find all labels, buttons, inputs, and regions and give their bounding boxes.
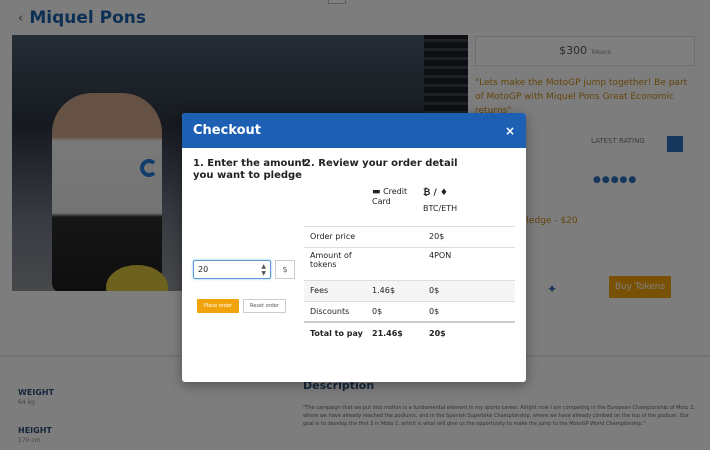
row-card-value [366,246,423,280]
table-row: Amount of tokens 4PON [304,246,515,280]
modal-header: Checkout × [182,113,526,148]
step2-heading: 2. Review your order detail [304,158,458,169]
row-label: Discounts [304,300,366,322]
amount-row: 20 ▲ ▼ $ [193,260,295,279]
table-row: Order price 20$ [304,225,515,247]
table-header-row: ▬ Credit Card ₿ / ♦ BTC/ETH [304,183,515,226]
order-detail-table: ▬ Credit Card ₿ / ♦ BTC/ETH Order price … [304,183,515,344]
place-order-button[interactable]: Place order [197,299,239,313]
total-label: Total to pay [304,321,366,344]
checkout-modal: Checkout × 1. Enter the amount you want … [182,113,526,382]
currency-addon: $ [275,260,295,279]
row-card-value: 0$ [366,300,423,322]
credit-card-icon: ▬ [372,187,381,197]
row-card-value [366,225,423,247]
step1-line1: 1. Enter the amount [193,158,307,169]
row-crypto-value: 0$ [423,279,515,301]
header-empty [304,183,366,226]
amount-input[interactable]: 20 ▲ ▼ [193,260,271,279]
table-row: Discounts 0$ 0$ [304,300,515,322]
stepper-icon[interactable]: ▲ ▼ [261,263,266,277]
table-row: Fees 1.46$ 0$ [304,279,515,301]
header-crypto: ₿ / ♦ BTC/ETH [423,183,515,226]
crypto-label: BTC/ETH [423,204,458,213]
row-label: Fees [304,279,366,301]
row-label: Amount of tokens [304,246,366,280]
header-credit-card: ▬ Credit Card [366,183,423,226]
row-crypto-value: 4PON [423,246,515,280]
row-label: Order price [304,225,366,247]
total-card-value: 21.46$ [366,321,423,344]
close-icon[interactable]: × [505,124,515,138]
table-total-row: Total to pay 21.46$ 20$ [304,321,515,344]
row-card-value: 1.46$ [366,279,423,301]
row-crypto-value: 0$ [423,300,515,322]
amount-value: 20 [198,265,209,274]
total-crypto-value: 20$ [423,321,515,344]
step1-heading: 1. Enter the amount you want to pledge [193,158,306,182]
modal-title: Checkout [193,123,262,138]
step1-line2: you want to pledge [193,170,302,181]
reset-order-button[interactable]: Reset order [243,299,286,313]
crypto-icon: ₿ / ♦ [423,188,448,198]
row-crypto-value: 20$ [423,225,515,247]
